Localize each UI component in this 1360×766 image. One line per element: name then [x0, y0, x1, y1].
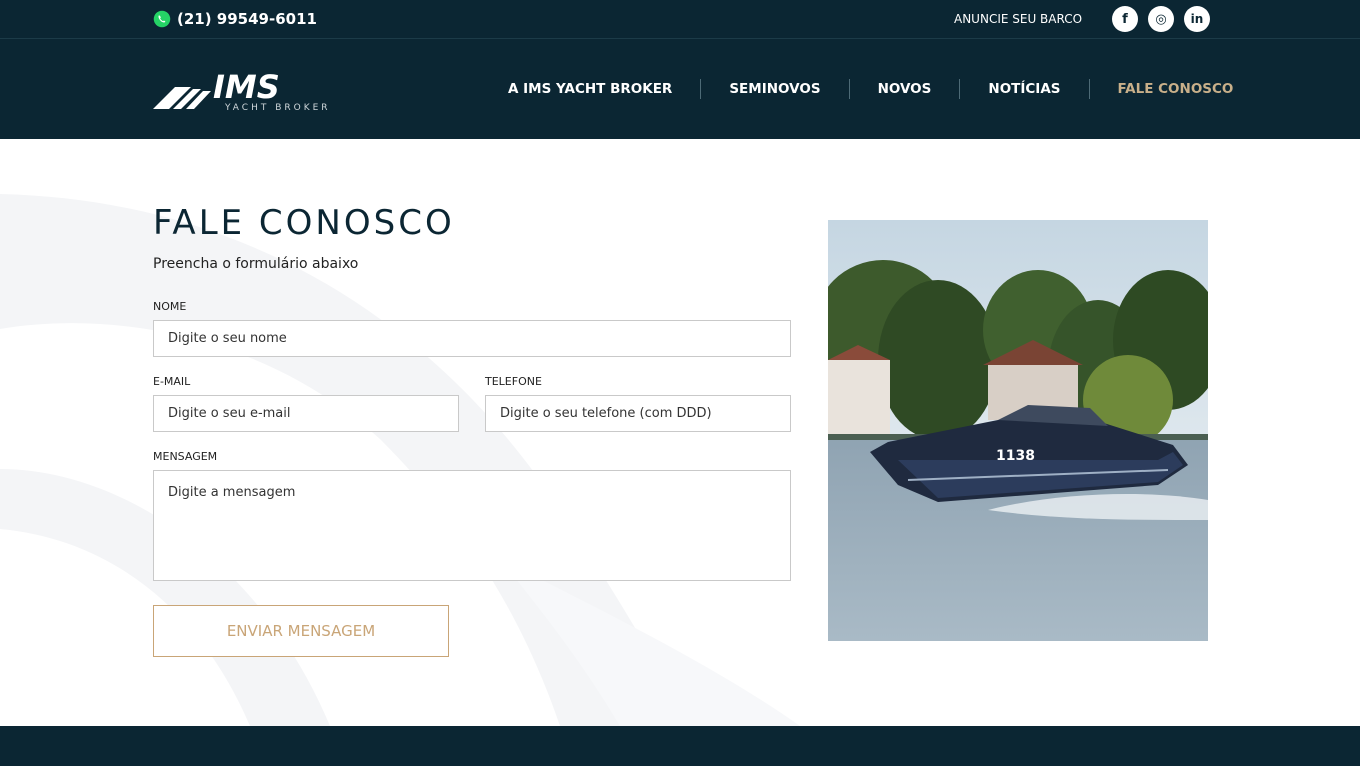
social-links: f ◎ in: [1112, 6, 1210, 32]
whatsapp-icon: [153, 10, 171, 28]
speedboat-photo: 1138: [828, 220, 1208, 641]
nav-contact[interactable]: FALE CONOSCO: [1090, 79, 1262, 99]
main-header: IMS YACHT BROKER A IMS YACHT BROKER SEMI…: [0, 39, 1360, 139]
message-label: MENSAGEM: [153, 450, 218, 463]
send-message-button[interactable]: ENVIAR MENSAGEM: [153, 605, 449, 657]
phone-contact[interactable]: (21) 99549-6011: [153, 10, 317, 28]
svg-text:YACHT BROKER: YACHT BROKER: [224, 103, 331, 113]
nav-used-boats[interactable]: SEMINOVOS: [701, 79, 850, 99]
nav-news[interactable]: NOTÍCIAS: [960, 79, 1090, 99]
facebook-icon[interactable]: f: [1112, 6, 1138, 32]
main-nav: A IMS YACHT BROKER SEMINOVOS NOVOS NOTÍC…: [480, 79, 1261, 99]
phone-label: TELEFONE: [485, 375, 542, 388]
name-label: NOME: [153, 300, 187, 313]
nav-new-boats[interactable]: NOVOS: [850, 79, 961, 99]
email-input[interactable]: [153, 395, 459, 432]
message-textarea[interactable]: [153, 470, 791, 581]
phone-number: (21) 99549-6011: [177, 10, 317, 28]
page-title: FALE CONOSCO: [153, 203, 455, 243]
instagram-icon[interactable]: ◎: [1148, 6, 1174, 32]
email-label: E-MAIL: [153, 375, 191, 388]
contact-section: FALE CONOSCO Preencha o formulário abaix…: [0, 139, 1360, 726]
footer-strip: [0, 726, 1360, 766]
name-input[interactable]: [153, 320, 791, 357]
nav-about[interactable]: A IMS YACHT BROKER: [480, 79, 702, 99]
page-subtitle: Preencha o formulário abaixo: [153, 256, 359, 272]
phone-input[interactable]: [485, 395, 791, 432]
svg-text:1138: 1138: [996, 448, 1035, 464]
svg-text:IMS: IMS: [213, 68, 280, 106]
ims-logo[interactable]: IMS YACHT BROKER: [153, 67, 348, 113]
announce-boat-link[interactable]: ANUNCIE SEU BARCO: [954, 12, 1082, 26]
top-bar: (21) 99549-6011 ANUNCIE SEU BARCO f ◎ in: [0, 0, 1360, 39]
linkedin-icon[interactable]: in: [1184, 6, 1210, 32]
